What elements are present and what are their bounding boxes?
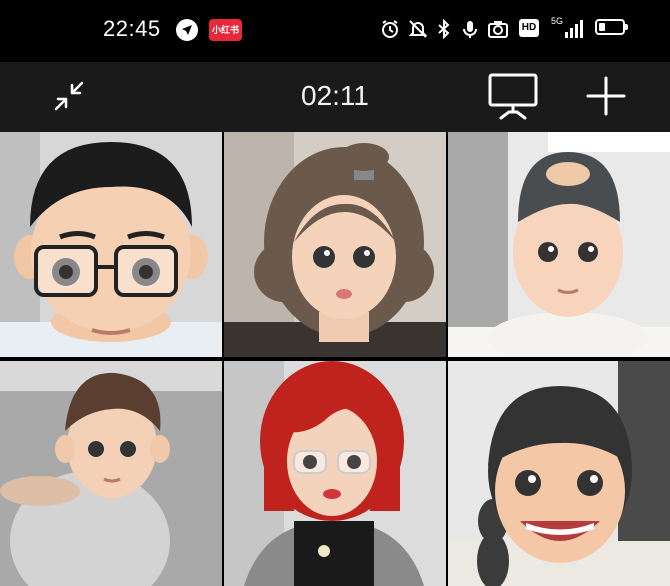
avatar-girl-braid (448, 361, 670, 586)
avatar-boy-glasses (0, 132, 222, 357)
presentation-screen-icon[interactable] (487, 72, 539, 120)
signal-icon (565, 20, 583, 38)
hd-icon: HD (519, 19, 539, 37)
bluetooth-icon (438, 19, 450, 39)
call-timer: 02:11 (301, 80, 369, 111)
participant-grid (0, 132, 670, 586)
network-type: 5G (551, 16, 564, 26)
participant-tile[interactable] (0, 361, 222, 586)
avatar-boy-cat (0, 361, 222, 586)
status-bar: 22:45 小红书 HD 5G (0, 0, 670, 62)
alarm-icon (382, 20, 398, 38)
participant-tile[interactable] (448, 361, 670, 586)
call-toolbar: 02:11 (0, 62, 670, 132)
participant-tile[interactable] (0, 132, 222, 357)
navigation-icon (176, 19, 198, 41)
app-badge: 小红书 (209, 19, 243, 41)
participant-tile[interactable] (224, 132, 446, 357)
participant-tile[interactable] (448, 132, 670, 357)
participant-tile[interactable] (224, 361, 446, 586)
status-time: 22:45 (103, 16, 161, 41)
avatar-girl-red (224, 361, 446, 586)
plus-icon[interactable] (585, 75, 627, 117)
camera-icon (488, 21, 508, 38)
mute-icon (408, 20, 428, 38)
mic-icon (463, 21, 477, 38)
avatar-girl-wavy (224, 132, 446, 357)
battery-icon (595, 19, 628, 35)
avatar-boy-cap (448, 132, 670, 357)
